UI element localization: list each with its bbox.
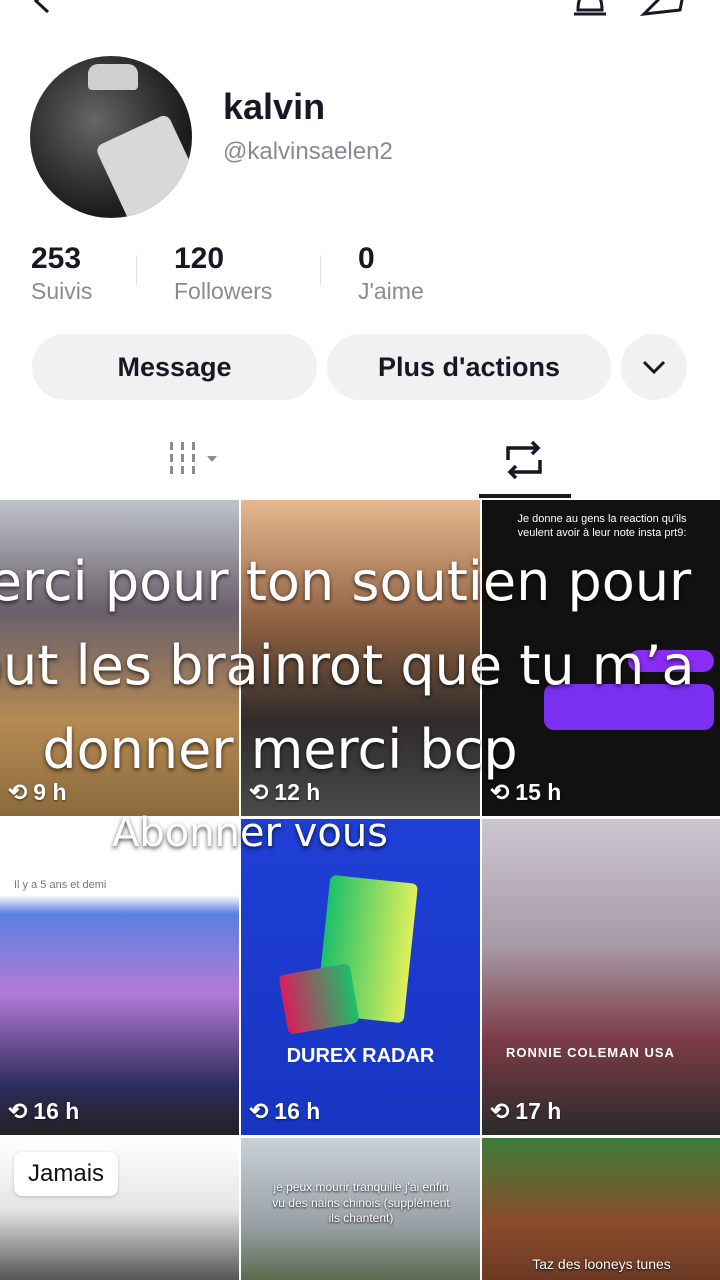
video-thumbnail[interactable]: RONNIE COLEMAN USA ⟲ 17 h (482, 819, 720, 1135)
stat-value: 253 (31, 242, 82, 275)
video-thumbnail[interactable]: Jamais (0, 1138, 239, 1280)
repost-icon (506, 440, 542, 480)
stat-value: 0 (358, 242, 375, 275)
overlay-line: erci pour ton soutien pour (0, 550, 692, 613)
post-time: 16 h (274, 1098, 321, 1124)
post-time: 16 h (33, 1098, 80, 1124)
video-thumbnail[interactable]: DUREX RADAR ⟲ 16 h (241, 819, 480, 1135)
video-thumbnail[interactable]: Il y a 5 ans et demi ⟲ 16 h (0, 819, 239, 1135)
active-tab-indicator (479, 494, 571, 498)
top-bar (0, 0, 720, 30)
post-caption: Je donne au gens la reaction qu'ils veul… (517, 513, 687, 540)
stat-label: Followers (174, 278, 273, 304)
post-time: 17 h (515, 1098, 562, 1124)
stat-followers[interactable]: 120 Followers (174, 242, 272, 305)
overlay-line: Abonner vous (111, 810, 389, 856)
bell-icon[interactable] (570, 0, 610, 20)
avatar[interactable] (30, 56, 192, 218)
post-caption: Jamais (14, 1152, 119, 1196)
stat-divider (320, 255, 321, 285)
repost-meta: ⟲ 12 h (249, 779, 320, 806)
stat-following[interactable]: 253 Suivis (31, 242, 92, 305)
video-thumbnail[interactable]: je peux mourir tranquille j'ai enfin vu … (241, 1138, 480, 1280)
repost-icon: ⟲ (249, 1098, 269, 1124)
post-caption: Taz des looneys tunes (532, 1256, 671, 1272)
repost-meta: ⟲ 16 h (8, 1098, 79, 1125)
avatar-hat-shape (88, 64, 138, 90)
post-time: 12 h (274, 779, 321, 805)
repost-meta: ⟲ 16 h (249, 1098, 320, 1125)
avatar-shape (94, 113, 192, 218)
post-caption: je peux mourir tranquille j'ai enfin vu … (272, 1180, 450, 1226)
share-icon[interactable] (640, 0, 690, 20)
post-caption: DUREX RADAR (286, 1045, 435, 1067)
repost-icon: ⟲ (8, 1098, 28, 1124)
overlay-line: donner merci bcp (42, 718, 518, 781)
repost-meta: ⟲ 15 h (490, 779, 561, 806)
profile-tabs (0, 420, 720, 500)
repost-meta: ⟲ 17 h (490, 1098, 561, 1125)
product-box-shape (278, 963, 360, 1035)
repost-meta: ⟲ 9 h (8, 779, 67, 806)
post-time: 15 h (515, 779, 562, 805)
repost-icon: ⟲ (490, 779, 510, 805)
stat-likes[interactable]: 0 J'aime (358, 242, 424, 305)
profile-name: kalvin (223, 86, 326, 127)
profile-handle: @kalvinsaelen2 (223, 138, 393, 165)
chevron-down-icon (642, 360, 666, 375)
repost-icon: ⟲ (490, 1098, 510, 1124)
overlay-line: out les brainrot que tu m’a (0, 634, 695, 697)
expand-button[interactable] (621, 334, 687, 400)
stat-value: 120 (174, 242, 225, 275)
back-icon[interactable] (28, 0, 58, 16)
stat-label: Suivis (31, 278, 93, 304)
tab-reposts[interactable] (500, 438, 548, 482)
post-time: 9 h (33, 779, 67, 805)
post-caption: RONNIE COLEMAN USA (506, 1045, 675, 1060)
stat-label: J'aime (358, 278, 424, 304)
repost-icon: ⟲ (249, 779, 269, 805)
repost-icon: ⟲ (8, 779, 28, 805)
grid-icon (170, 442, 217, 474)
more-actions-button[interactable]: Plus d'actions (327, 334, 611, 400)
video-thumbnail[interactable]: Taz des looneys tunes (482, 1138, 720, 1280)
stat-divider (136, 255, 137, 285)
tab-videos[interactable] (160, 438, 240, 482)
message-button[interactable]: Message (32, 334, 317, 400)
post-caption: Il y a 5 ans et demi (14, 879, 107, 891)
